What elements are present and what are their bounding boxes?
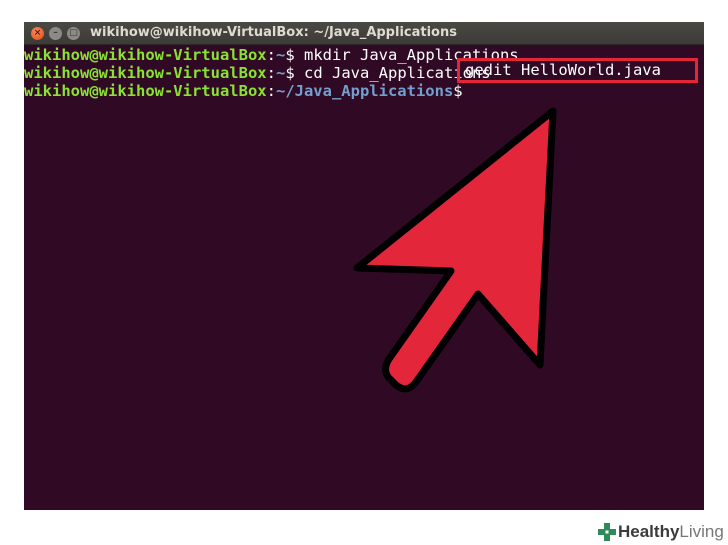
logo-text: HealthyLiving <box>618 521 724 543</box>
prompt-path: ~/Java_Applications <box>275 82 454 100</box>
prompt-separator: : <box>266 64 276 82</box>
logo-text-light: Living <box>679 522 724 541</box>
prompt-user: wikihow@wikihow-VirtualBox <box>24 82 267 100</box>
plus-icon <box>598 523 616 541</box>
prompt-separator: : <box>266 82 276 100</box>
prompt-path: ~ <box>275 46 286 64</box>
terminal-window: × – □ wikihow@wikihow-VirtualBox: ~/Java… <box>24 22 704 510</box>
prompt-symbol: $ <box>285 64 304 82</box>
terminal-output[interactable]: wikihow@wikihow-VirtualBox:~$ mkdir Java… <box>24 45 704 510</box>
terminal-line: wikihow@wikihow-VirtualBox:~$ cd Java_Ap… <box>24 64 491 83</box>
prompt-user: wikihow@wikihow-VirtualBox <box>24 46 267 64</box>
terminal-line: wikihow@wikihow-VirtualBox:~$ mkdir Java… <box>24 46 519 65</box>
maximize-button[interactable]: □ <box>67 27 80 40</box>
highlight-box: gedit HelloWorld.java <box>457 58 698 83</box>
title-bar[interactable]: × – □ wikihow@wikihow-VirtualBox: ~/Java… <box>24 22 704 45</box>
healthy-living-logo: HealthyLiving <box>596 520 728 544</box>
prompt-symbol: $ <box>453 82 472 100</box>
highlighted-command: gedit HelloWorld.java <box>465 61 661 79</box>
minimize-button[interactable]: – <box>49 27 62 40</box>
prompt-user: wikihow@wikihow-VirtualBox <box>24 64 267 82</box>
prompt-symbol: $ <box>285 46 304 64</box>
terminal-line: wikihow@wikihow-VirtualBox:~/Java_Applic… <box>24 82 472 101</box>
close-button[interactable]: × <box>31 27 44 40</box>
prompt-path: ~ <box>275 64 286 82</box>
prompt-separator: : <box>266 46 276 64</box>
window-title: wikihow@wikihow-VirtualBox: ~/Java_Appli… <box>90 25 457 40</box>
logo-text-bold: Healthy <box>618 522 680 541</box>
